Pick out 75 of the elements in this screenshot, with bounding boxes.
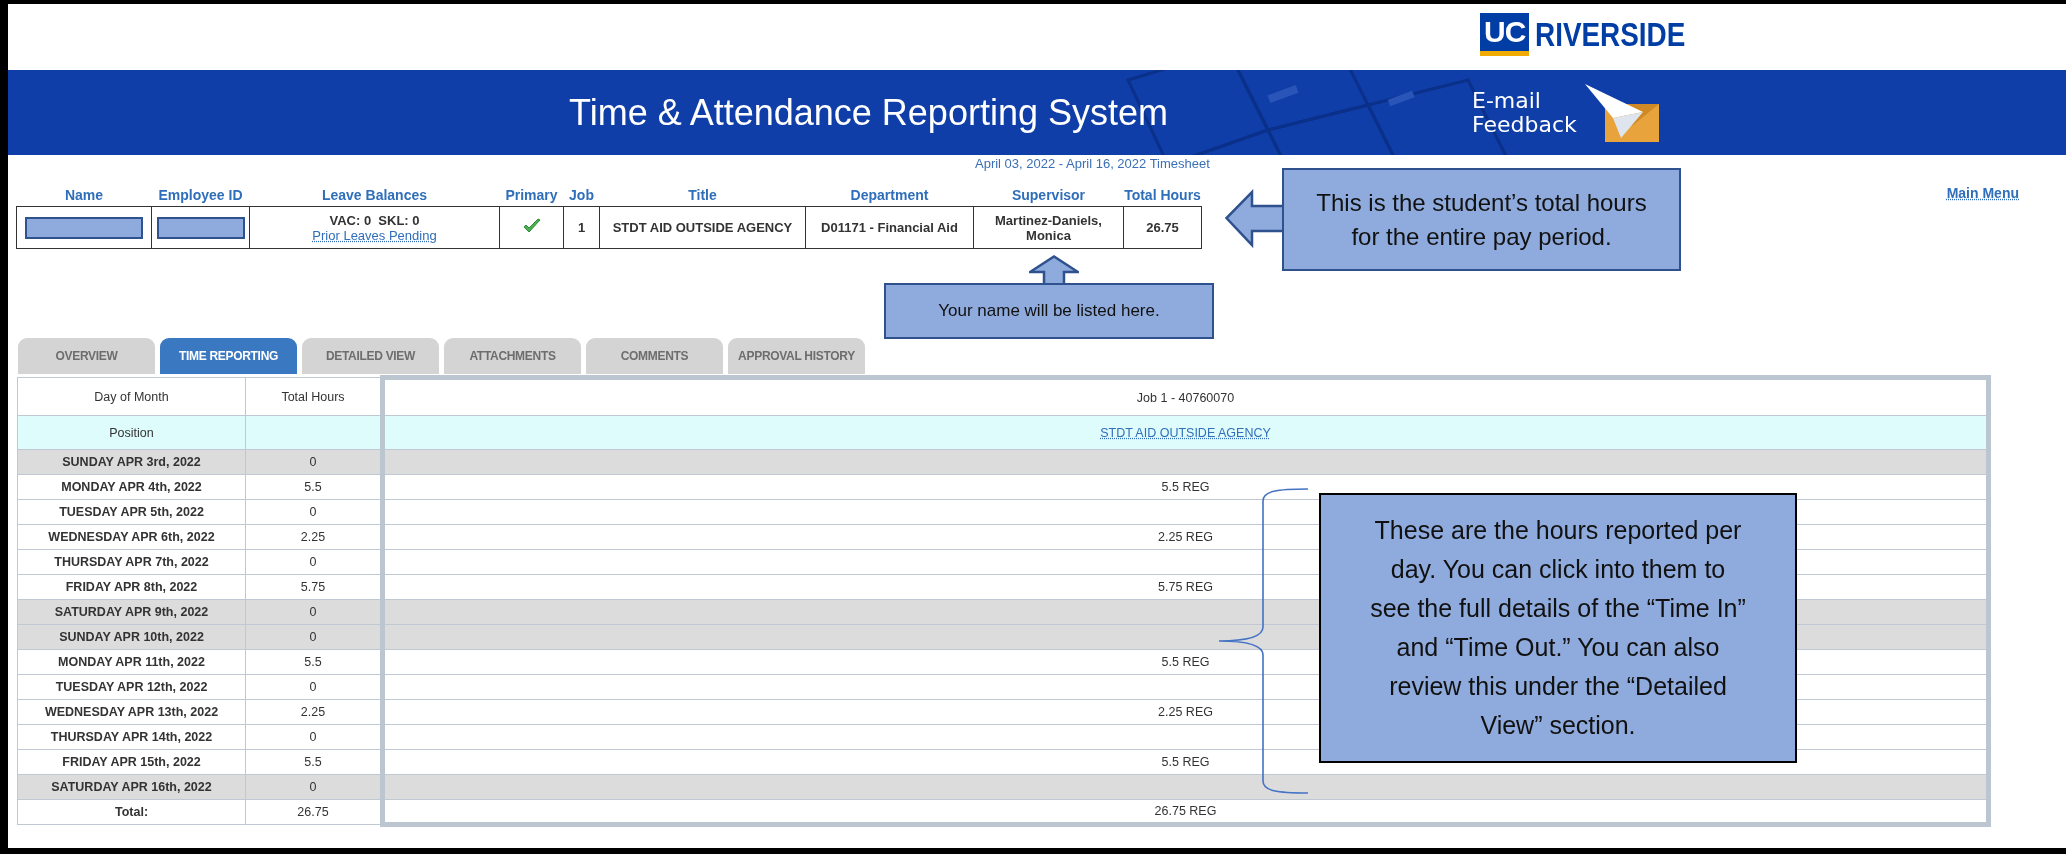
tab[interactable]: COMMENTS (586, 338, 723, 374)
total-hours: 26.75 (297, 805, 329, 819)
tab[interactable]: TIME REPORTING (160, 338, 297, 374)
tab[interactable]: APPROVAL HISTORY (728, 338, 865, 374)
callout-box: These are the hours reported per day. You can click into them to see the full details of the “Time In” and “Time Out.” You can also review this under the “Detailed View” section. (1319, 493, 1797, 763)
day-hours: 0 (309, 630, 317, 644)
day-row-cell: SUNDAY APR 3rd, 2022 (17, 449, 246, 475)
timesheet-period: April 03, 2022 - April 16, 2022 Timesheet (975, 156, 1210, 171)
day-row-cell: MONDAY APR 4th, 2022 (17, 474, 246, 500)
reported-hours[interactable]: 2.25 REG (1158, 530, 1213, 544)
column-header: Primary (499, 186, 564, 207)
position-link[interactable]: STDT AID OUTSIDE AGENCY (1100, 425, 1271, 440)
column-header: Total Hours (1123, 186, 1202, 207)
total-label: Total: (114, 805, 149, 819)
day-hours: 5.75 (300, 580, 326, 594)
reported-hours[interactable]: 5.75 REG (1158, 580, 1213, 594)
logo-mark: UC (1480, 12, 1530, 56)
prior-leaves-link[interactable]: Prior Leaves Pending (312, 227, 437, 243)
day-hours: 2.25 (300, 705, 326, 719)
job-title: STDT AID OUTSIDE AGENCY (612, 220, 793, 235)
main-menu-link[interactable]: Main Menu (1946, 185, 2019, 201)
day-row-cell: THURSDAY APR 7th, 2022 (17, 549, 246, 575)
reported-hours[interactable]: 5.5 REG (1161, 655, 1210, 669)
column-header: Day of Month (94, 389, 169, 404)
total-hours: 26.75 (1146, 220, 1179, 235)
day-hours: 5.5 (304, 755, 322, 769)
day-hours: 2.25 (300, 530, 326, 544)
day-hours: 0 (309, 555, 317, 569)
day-row-cell: WEDNESDAY APR 13th, 2022 (17, 699, 246, 725)
day-row-cell: FRIDAY APR 15th, 2022 (17, 749, 246, 775)
day-hours: 5.5 (304, 655, 322, 669)
logo-wordmark: RIVERSIDE (1535, 14, 1686, 54)
day-hours: 0 (309, 680, 317, 694)
leave-balance: VAC: 0 SKL: 0 (328, 212, 421, 228)
day-row-cell: FRIDAY APR 8th, 2022 (17, 574, 246, 600)
day-hours: 0 (309, 505, 317, 519)
day-row-cell: TUESDAY APR 12th, 2022 (17, 674, 246, 700)
app-title: Time & Attendance Reporting System (569, 91, 1168, 134)
day-row-cell: SATURDAY APR 16th, 2022 (17, 774, 246, 800)
day-row-cell: SUNDAY APR 10th, 2022 (17, 624, 246, 650)
reported-hours[interactable]: 5.5 REG (1161, 755, 1210, 769)
callout-arrow (1029, 255, 1079, 284)
day-row-cell: TUESDAY APR 5th, 2022 (17, 499, 246, 525)
day-row-cell: THURSDAY APR 14th, 2022 (17, 724, 246, 750)
callout-box: This is the student’s total hours for the entire pay period. (1282, 168, 1681, 271)
tab[interactable]: ATTACHMENTS (444, 338, 581, 374)
column-header: Job 1 - 40760070 (1136, 390, 1235, 405)
day-hours: 0 (309, 455, 317, 469)
column-header: Name (16, 186, 152, 207)
job-number: 1 (577, 220, 586, 235)
day-hours: 0 (309, 730, 317, 744)
position-label: Position (109, 425, 154, 440)
paper-plane-envelope-icon (1582, 81, 1661, 144)
day-hours: 0 (309, 605, 317, 619)
callout-box: Your name will be listed here. (884, 283, 1214, 339)
day-hours: 0 (309, 780, 317, 794)
total-reported-hours: 26.75 REG (1154, 804, 1217, 818)
department-name: D01171 - Financial Aid (821, 220, 958, 235)
column-header: Title (599, 186, 806, 207)
day-row-cell: WEDNESDAY APR 6th, 2022 (17, 524, 246, 550)
column-header: Total Hours (281, 389, 345, 404)
supervisor-name: Martinez-Daniels, Monica (995, 212, 1102, 243)
tab[interactable]: DETAILED VIEW (302, 338, 439, 374)
day-hours: 5.5 (304, 480, 322, 494)
column-header: Leave Balances (249, 186, 500, 207)
column-header: Supervisor (973, 186, 1124, 207)
column-header: Employee ID (151, 186, 250, 207)
column-header: Job (563, 186, 600, 207)
tab[interactable]: OVERVIEW (18, 338, 155, 374)
day-row-cell: MONDAY APR 11th, 2022 (17, 649, 246, 675)
feedback-link[interactable]: E-mail Feedback (1472, 81, 2066, 144)
reported-hours[interactable]: 2.25 REG (1158, 705, 1213, 719)
day-row-cell: SATURDAY APR 9th, 2022 (17, 599, 246, 625)
column-header: Department (805, 186, 974, 207)
reported-hours[interactable]: 5.5 REG (1161, 480, 1210, 494)
